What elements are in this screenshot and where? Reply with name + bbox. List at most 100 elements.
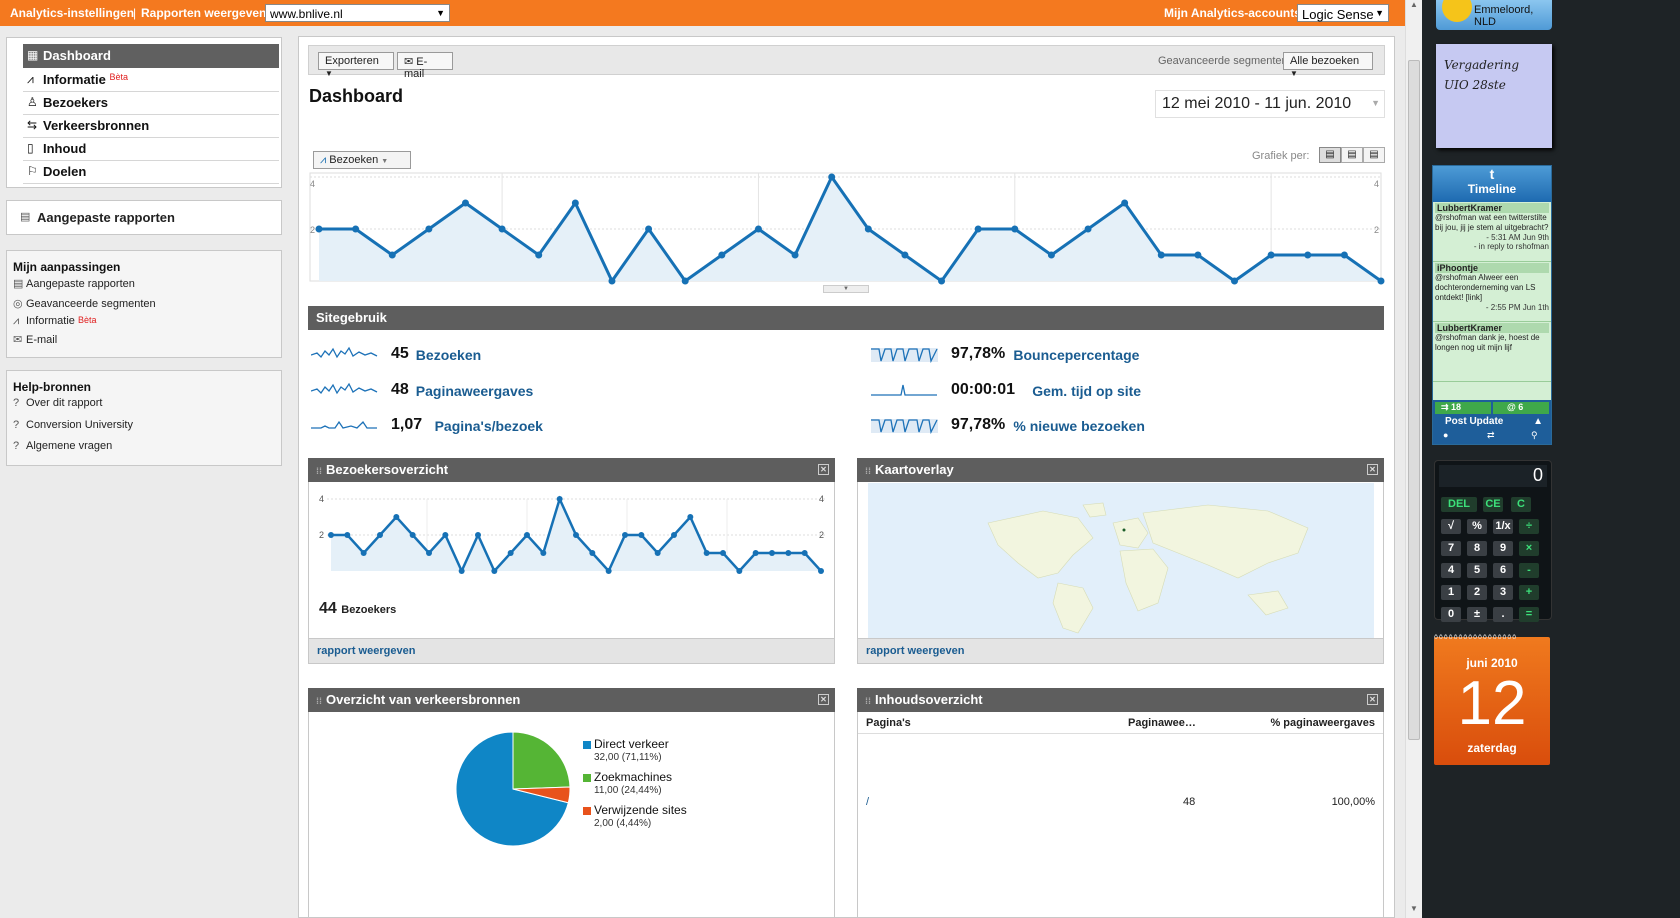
graph-day-button[interactable]: ▤ <box>1319 147 1341 163</box>
sidebar-item-bezoekers[interactable]: ♙ Bezoekers <box>23 91 279 115</box>
calculator-key[interactable]: 1/x <box>1493 519 1513 534</box>
column-header[interactable]: Paginawee… <box>1128 717 1196 729</box>
advanced-segments-link[interactable]: ◎ Geavanceerde segmenten <box>13 297 156 310</box>
segments-select[interactable]: Alle bezoeken ▼ <box>1283 52 1373 78</box>
chart-collapse-handle[interactable]: ▼ <box>823 285 869 293</box>
vertical-scrollbar[interactable]: ▲ ▼ <box>1405 0 1422 918</box>
calculator-key[interactable]: ± <box>1467 607 1487 622</box>
twitter-footer: ⇉ 18 @ 6 Post Update ▲ ● ⇄ ⚲ <box>1433 400 1551 444</box>
world-map[interactable] <box>868 483 1374 638</box>
calculator-key[interactable]: 0 <box>1441 607 1461 622</box>
data-point <box>752 550 759 556</box>
metric-label[interactable]: Bouncepercentage <box>1013 347 1139 363</box>
custom-reports-link[interactable]: ▤ Aangepaste rapporten <box>13 277 135 290</box>
graph-month-button[interactable]: ▤ <box>1363 147 1385 163</box>
calculator-key[interactable]: % <box>1467 519 1487 534</box>
date-range-picker[interactable]: 12 mei 2010 - 11 jun. 2010 ▼ <box>1155 90 1385 118</box>
map-report-link[interactable]: rapport weergeven <box>866 645 964 657</box>
sidebar-item-informatie[interactable]: ⩘ Informatie Bèta <box>23 68 279 92</box>
close-icon[interactable]: ✕ <box>818 464 829 475</box>
column-header[interactable]: Pagina's <box>866 717 911 729</box>
calculator-key[interactable]: √ <box>1441 519 1461 534</box>
export-button[interactable]: Exporteren ▼ <box>318 52 394 78</box>
scroll-down-icon[interactable]: ▼ <box>1406 904 1422 918</box>
calculator-key[interactable]: - <box>1519 563 1539 578</box>
calculator-key[interactable]: 6 <box>1493 563 1513 578</box>
conversion-university-link[interactable]: ? Conversion University <box>13 419 133 431</box>
calculator-key[interactable]: × <box>1519 541 1539 556</box>
calculator-key[interactable]: C <box>1511 497 1531 512</box>
calculator-key[interactable]: 5 <box>1467 563 1487 578</box>
about-report-link[interactable]: ? Over dit rapport <box>13 397 102 409</box>
sidebar-item-verkeersbronnen[interactable]: ⇆ Verkeersbronnen <box>23 114 279 138</box>
close-icon[interactable]: ✕ <box>1367 694 1378 705</box>
visitors-total: 44 Bezoekers <box>319 600 396 618</box>
calculator-key[interactable]: 8 <box>1467 541 1487 556</box>
custom-reports-link[interactable]: Aangepaste rapporten <box>37 210 175 225</box>
sidebar-item-doelen[interactable]: ⚐ Doelen <box>23 160 279 184</box>
tweet[interactable]: iPhoontje @rshofman Alweer een dochterond… <box>1433 262 1551 322</box>
sidebar-item-inhoud[interactable]: ▯ Inhoud <box>23 137 279 161</box>
y-tick-label: 4 <box>319 494 324 504</box>
data-point <box>498 225 506 233</box>
calculator-key[interactable]: ÷ <box>1519 519 1539 534</box>
calculator-key[interactable]: 4 <box>1441 563 1461 578</box>
chevron-down-icon: ▼ <box>325 69 333 78</box>
calculator-key[interactable]: = <box>1519 607 1539 622</box>
followers-value: 18 <box>1451 402 1462 412</box>
metric-label[interactable]: Pagina's/bezoek <box>435 418 543 434</box>
mentions-count[interactable]: @ 6 <box>1493 402 1549 414</box>
followers-count[interactable]: ⇉ 18 <box>1435 402 1491 414</box>
calendar-gadget[interactable]: ŏŏŏŏŏŏŏŏŏŏŏŏŏŏŏŏŏ juni 2010 12 zaterdag <box>1434 634 1550 765</box>
content-overview-panel: ⁞⁞ Inhoudsoverzicht ✕ Pagina's Paginawee… … <box>857 688 1384 918</box>
column-header[interactable]: % paginaweergaves <box>1270 717 1375 729</box>
calculator-key[interactable]: 1 <box>1441 585 1461 600</box>
metric-label[interactable]: Gem. tijd op site <box>1032 383 1141 399</box>
calculator-key[interactable]: 9 <box>1493 541 1513 556</box>
drag-handle-icon[interactable]: ⁞⁞ <box>316 696 322 706</box>
tweet[interactable]: LubbertKramer @rshofman dank je, hoest de… <box>1433 322 1551 382</box>
calculator-key[interactable]: 2 <box>1467 585 1487 600</box>
faq-link[interactable]: ? Algemene vragen <box>13 440 112 452</box>
calculator-key[interactable]: + <box>1519 585 1539 600</box>
weather-gadget[interactable]: Emmeloord, NLD <box>1436 0 1552 30</box>
metric-label[interactable]: % nieuwe bezoeken <box>1013 418 1144 434</box>
email-link[interactable]: ✉ E-mail <box>13 333 57 346</box>
analytics-settings-link[interactable]: Analytics-instellingen <box>10 6 134 20</box>
calculator-key[interactable]: 7 <box>1441 541 1461 556</box>
calculator-key[interactable]: CE <box>1483 497 1503 512</box>
drag-handle-icon[interactable]: ⁞⁞ <box>865 466 871 476</box>
calculator-key[interactable]: 3 <box>1493 585 1513 600</box>
site-select-value: www.bnlive.nl <box>270 7 343 21</box>
visitors-report-link[interactable]: rapport weergeven <box>317 645 415 657</box>
scrollbar-thumb[interactable] <box>1408 60 1420 740</box>
scroll-up-icon[interactable]: ▲ <box>1406 0 1422 14</box>
email-button[interactable]: ✉ E-mail <box>397 52 453 80</box>
search-icon[interactable]: ⚲ <box>1531 430 1538 441</box>
tweet[interactable]: LubbertKramer @rshofman wat een twitterst… <box>1433 202 1551 262</box>
close-icon[interactable]: ✕ <box>1367 464 1378 475</box>
post-update-button[interactable]: Post Update ▲ <box>1435 416 1549 428</box>
sidebar-item-dashboard[interactable]: ▦ Dashboard <box>23 44 279 68</box>
refresh-icon[interactable]: ⇄ <box>1487 430 1495 441</box>
reply-icon[interactable]: ● <box>1443 430 1448 440</box>
site-select[interactable]: www.bnlive.nl ▼ <box>265 4 450 22</box>
informatie-link[interactable]: ⩘ Informatie Bèta <box>13 315 97 328</box>
account-select[interactable]: Logic Sense ▼ <box>1297 4 1389 22</box>
close-icon[interactable]: ✕ <box>818 694 829 705</box>
metric-label[interactable]: Paginaweergaves <box>416 383 534 399</box>
drag-handle-icon[interactable]: ⁞⁞ <box>316 466 322 476</box>
data-point <box>608 277 616 285</box>
graph-week-button[interactable]: ▤ <box>1341 147 1363 163</box>
page-path-link[interactable]: / <box>866 796 869 808</box>
calculator-key[interactable]: DEL <box>1441 497 1477 512</box>
calculator-key[interactable]: . <box>1493 607 1513 622</box>
tweet-user: LubbertKramer <box>1435 323 1549 333</box>
sidebar-item-label: Bezoekers <box>43 95 109 110</box>
metric-label[interactable]: Bezoeken <box>416 347 481 363</box>
drag-handle-icon[interactable]: ⁞⁞ <box>865 696 871 706</box>
custom-reports-panel[interactable]: ▤ Aangepaste rapporten <box>6 200 282 235</box>
content-overview-title: Inhoudsoverzicht <box>875 692 983 707</box>
data-point <box>974 225 982 233</box>
note-gadget[interactable]: Vergadering UIO 28ste <box>1436 44 1552 148</box>
